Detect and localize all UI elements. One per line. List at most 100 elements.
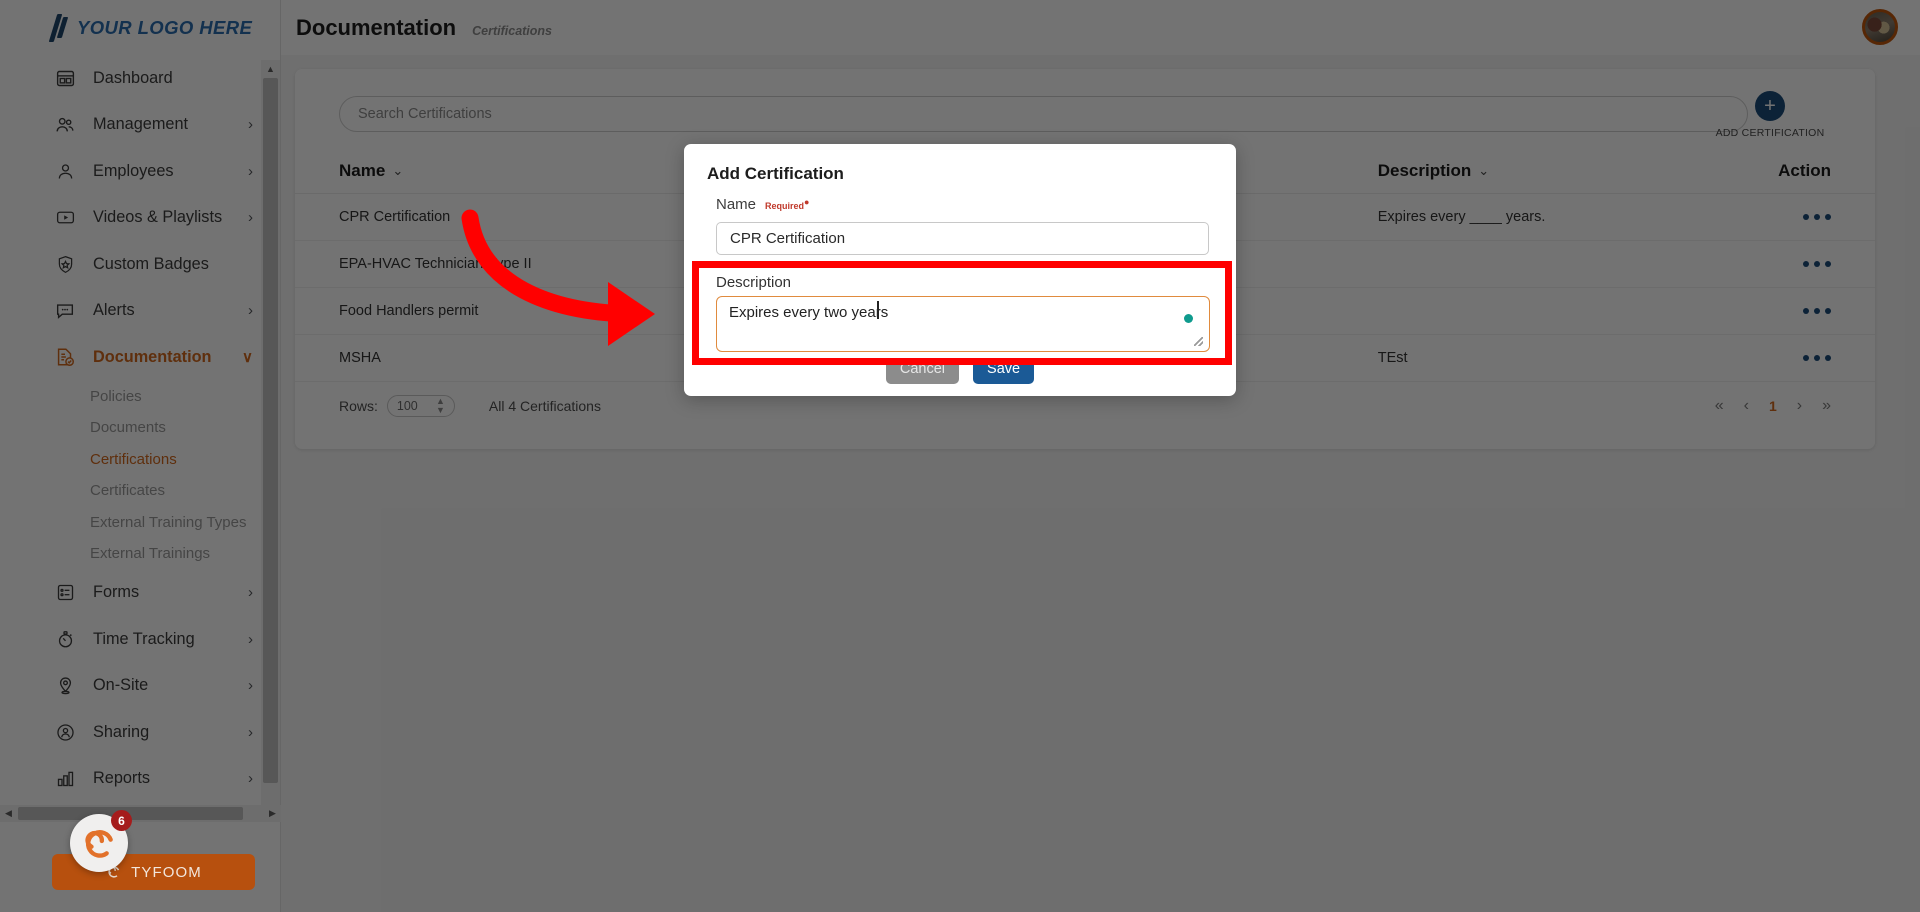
breadcrumb: Certifications (472, 23, 553, 38)
sidebar-item-employees[interactable]: Employees › (0, 148, 281, 195)
sidebar-item-reports[interactable]: Reports › (0, 756, 281, 803)
chat-bubble-icon (52, 298, 78, 324)
sidebar-vertical-scrollbar[interactable]: ▲ ▼ (261, 60, 280, 820)
sidebar-item-label: Sharing (93, 722, 150, 741)
person-icon (52, 158, 78, 184)
sidebar-subitem-label: Certificates (90, 482, 166, 500)
chevron-down-icon: ⌄ (1478, 163, 1490, 178)
search-input[interactable] (339, 96, 1748, 132)
scroll-up-arrow-icon[interactable]: ▲ (261, 60, 280, 77)
sidebar-item-videos-playlists[interactable]: Videos & Playlists › (0, 195, 281, 242)
row-actions-menu-icon[interactable] (1803, 214, 1831, 220)
sidebar-item-documentation[interactable]: Documentation ∨ (0, 334, 281, 381)
sidebar-item-time-tracking[interactable]: Time Tracking › (0, 616, 281, 663)
bar-chart-icon (52, 766, 78, 792)
chevron-right-icon: › (248, 630, 253, 648)
chevron-right-icon: › (248, 770, 253, 788)
row-actions-menu-icon[interactable] (1803, 308, 1831, 314)
description-field-highlight: Description (692, 261, 1232, 365)
scroll-left-arrow-icon[interactable]: ◀ (0, 805, 17, 822)
sidebar-subitem-policies[interactable]: Policies (0, 381, 281, 413)
sidebar-subitem-external-training-types[interactable]: External Training Types (0, 507, 281, 539)
dashboard-icon (52, 65, 78, 91)
sidebar-item-on-site[interactable]: On-Site › (0, 663, 281, 710)
sidebar-subitem-label: Policies (90, 387, 142, 405)
sidebar-item-management[interactable]: Management › (0, 102, 281, 149)
sidebar-item-label: Custom Badges (93, 254, 209, 273)
column-label: Name (339, 161, 386, 180)
chevron-down-icon: ⌄ (392, 163, 404, 178)
chevron-right-icon: › (248, 677, 253, 695)
sidebar-item-label: On-Site (93, 676, 149, 695)
cell-action (1746, 308, 1831, 314)
sidebar-item-label: Employees (93, 161, 174, 180)
resize-handle-icon[interactable] (1194, 337, 1203, 346)
add-certification-button[interactable]: + ADD CERTIFICATION (1705, 91, 1835, 139)
add-certification-label: ADD CERTIFICATION (1715, 127, 1825, 139)
sidebar-item-label: Time Tracking (93, 629, 195, 648)
people-icon (52, 112, 78, 138)
tyfoom-spiral-icon (85, 830, 113, 858)
column-header-description[interactable]: Description ⌄ (1378, 161, 1746, 181)
pagination: « ‹ 1 › » (1715, 397, 1831, 415)
cell-description: TEst (1377, 350, 1408, 366)
pager-first-button[interactable]: « (1715, 397, 1724, 415)
rows-value: 100 (396, 399, 418, 413)
badge-shield-icon (52, 251, 78, 277)
sidebar-subitem-documents[interactable]: Documents (0, 412, 281, 444)
description-field-label: Description (716, 274, 792, 291)
scrollbar-thumb[interactable] (263, 78, 278, 783)
required-badge: Required● (765, 197, 810, 211)
sidebar-item-label: Documentation (93, 347, 212, 366)
play-square-icon (52, 205, 78, 231)
sidebar-item-alerts[interactable]: Alerts › (0, 288, 281, 335)
sidebar-subitem-certificates[interactable]: Certificates (0, 475, 281, 507)
sidebar-item-custom-badges[interactable]: Custom Badges (0, 241, 281, 288)
rows-per-page-select[interactable]: 100 ▲ ▼ (386, 395, 455, 417)
sidebar-subitem-label: External Trainings (90, 545, 211, 563)
sidebar-nav: Dashboard Management › Employees › Video… (0, 55, 281, 823)
row-actions-menu-icon[interactable] (1803, 355, 1831, 361)
map-pin-icon (52, 673, 78, 699)
pager-prev-button[interactable]: ‹ (1744, 397, 1749, 415)
slash-logo-icon (48, 13, 69, 43)
chat-launcher-button[interactable]: 6 (70, 810, 132, 872)
column-label: Action (1778, 161, 1831, 180)
sidebar-item-label: Videos & Playlists (93, 208, 223, 227)
sidebar-subitem-certifications[interactable]: Certifications (0, 444, 281, 476)
plus-icon: + (1755, 91, 1785, 121)
pager-next-button[interactable]: › (1797, 397, 1802, 415)
scroll-right-arrow-icon[interactable]: ▶ (264, 805, 281, 822)
text-caret (877, 301, 879, 319)
sidebar-item-label: Reports (93, 769, 151, 788)
cell-action (1746, 355, 1831, 361)
sidebar-item-forms[interactable]: Forms › (0, 570, 281, 617)
stepper-icon: ▲ ▼ (435, 396, 445, 415)
pager-current-page[interactable]: 1 (1769, 398, 1777, 414)
sidebar-item-label: Alerts (93, 301, 135, 320)
chevron-down-icon: ∨ (242, 349, 253, 367)
sidebar-subitem-external-trainings[interactable]: External Trainings (0, 538, 281, 570)
sidebar: YOUR LOGO HERE Dashboard Management › Em… (0, 0, 281, 912)
sidebar-item-dashboard[interactable]: Dashboard (0, 55, 281, 102)
app-root: YOUR LOGO HERE Dashboard Management › Em… (0, 0, 1920, 912)
sidebar-item-label: Management (93, 115, 189, 134)
sidebar-horizontal-scrollbar[interactable]: ◀ ▶ (0, 805, 281, 822)
sidebar-subitem-label: Documents (90, 419, 166, 437)
name-field[interactable] (716, 222, 1209, 255)
name-label-text: Name (716, 196, 757, 213)
tyfoom-label: TYFOOM (131, 863, 202, 881)
cell-action (1746, 261, 1831, 267)
share-person-icon (52, 719, 78, 745)
description-field[interactable] (716, 296, 1210, 352)
stopwatch-icon (52, 626, 78, 652)
row-actions-menu-icon[interactable] (1803, 261, 1831, 267)
avatar[interactable] (1862, 9, 1898, 45)
chevron-right-icon: › (248, 584, 253, 602)
pager-last-button[interactable]: » (1822, 397, 1831, 415)
record-count-label: All 4 Certifications (488, 398, 601, 414)
brand-logo[interactable]: YOUR LOGO HERE (0, 0, 280, 55)
rows-label: Rows: (339, 398, 378, 414)
status-indicator-dot (1184, 314, 1193, 323)
sidebar-item-sharing[interactable]: Sharing › (0, 709, 281, 756)
